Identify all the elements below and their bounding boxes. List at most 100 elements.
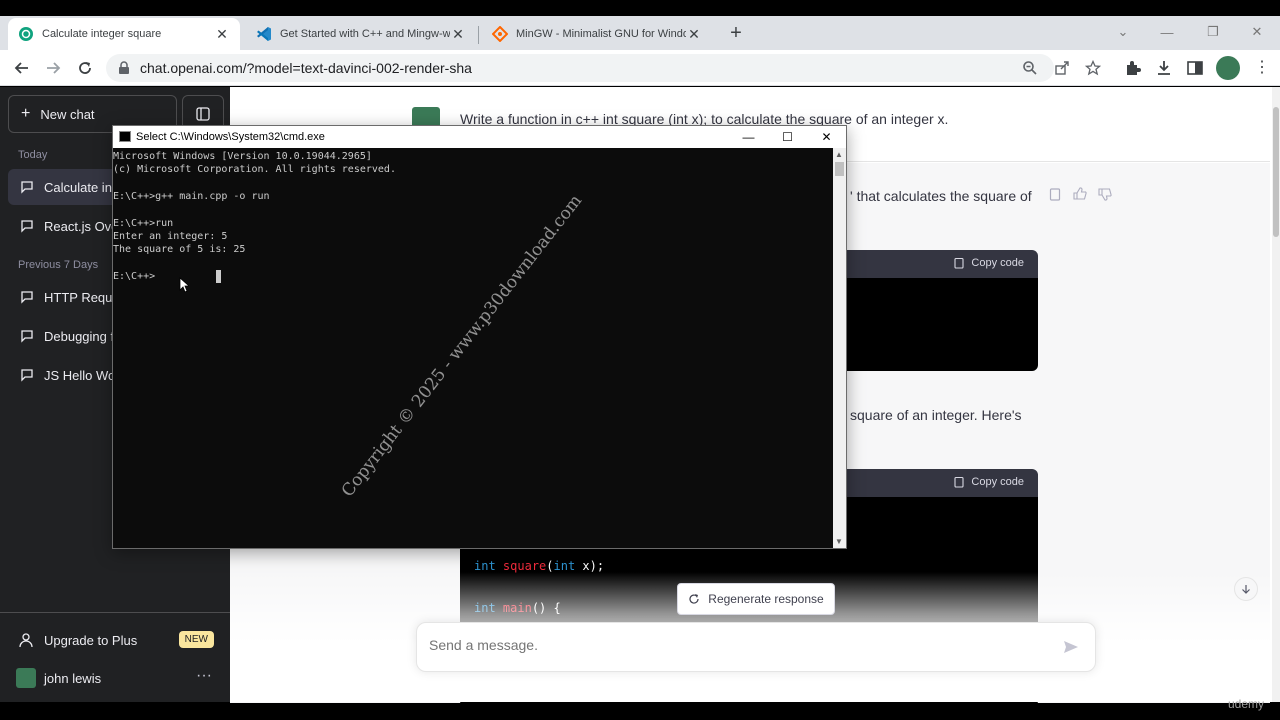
arrow-down-icon xyxy=(1242,585,1250,594)
regenerate-label: Regenerate response xyxy=(708,592,824,606)
thumbs-up-icon[interactable] xyxy=(1073,187,1087,201)
sidebar-item-label: HTTP Reque xyxy=(44,289,120,305)
more-options-icon[interactable]: ··· xyxy=(196,667,212,685)
sidebar-item-label: Calculate inte xyxy=(44,179,123,195)
user-avatar xyxy=(16,668,36,688)
lock-icon xyxy=(119,61,129,74)
clipboard-icon xyxy=(954,257,964,269)
mouse-cursor-icon xyxy=(179,277,189,293)
scroll-to-bottom-button[interactable] xyxy=(1234,577,1258,601)
scroll-up-icon[interactable]: ▲ xyxy=(835,150,843,159)
upgrade-to-plus-button[interactable]: Upgrade to Plus NEW xyxy=(8,623,222,657)
forward-icon[interactable] xyxy=(41,56,65,80)
console-line: Microsoft Windows [Version 10.0.19044.29… xyxy=(113,151,372,162)
sidebar-item-label: JS Hello Worl xyxy=(44,367,123,383)
regenerate-response-button[interactable]: Regenerate response xyxy=(677,583,835,615)
tab-close-icon[interactable]: ✕ xyxy=(450,26,466,43)
code-line-1: int square(int x); xyxy=(474,559,605,573)
chat-bubble-icon xyxy=(21,291,33,304)
console-cursor xyxy=(216,270,221,283)
cmd-maximize-icon[interactable]: ☐ xyxy=(768,126,807,148)
copy-code-label: Copy code xyxy=(971,476,1024,488)
side-panel-icon[interactable] xyxy=(1186,59,1204,77)
sourceforge-favicon-icon xyxy=(492,26,508,42)
cmd-close-icon[interactable]: ✕ xyxy=(807,126,846,148)
tab-label: Get Started with C++ and Mingw-w64 i xyxy=(280,28,450,40)
plus-icon: + xyxy=(21,105,31,122)
user-menu[interactable]: john lewis ··· xyxy=(8,661,222,695)
sidebar-item-label: Debugging fi xyxy=(44,328,117,344)
tab-close-icon[interactable]: ✕ xyxy=(686,26,702,43)
user-name: john lewis xyxy=(44,670,102,686)
url-text: chat.openai.com/?model=text-davinci-002-… xyxy=(140,60,472,76)
copy-code-label: Copy code xyxy=(971,257,1024,269)
section-label-today: Today xyxy=(18,149,48,161)
restore-window-icon[interactable]: ❐ xyxy=(1190,16,1236,48)
chat-bubble-icon xyxy=(21,330,33,343)
reload-icon[interactable] xyxy=(73,56,97,80)
console-prompt: E:\C++> xyxy=(113,271,156,282)
cmd-app-icon xyxy=(119,131,131,142)
copy-code-button[interactable]: Copy code xyxy=(953,257,1024,269)
screen: Calculate integer square ✕ Get Started w… xyxy=(0,0,1280,720)
tab-mingw[interactable]: MinGW - Minimalist GNU for Windows ✕ xyxy=(482,18,712,50)
cmd-scrollbar-thumb[interactable] xyxy=(835,162,844,176)
udemy-brand-mark: udemy xyxy=(1228,697,1265,711)
zoom-icon[interactable] xyxy=(1022,60,1038,76)
browser-toolbar: chat.openai.com/?model=text-davinci-002-… xyxy=(0,50,1280,86)
console-line: (c) Microsoft Corporation. All rights re… xyxy=(113,164,396,175)
browser-tab-strip: Calculate integer square ✕ Get Started w… xyxy=(0,16,1280,50)
thumbs-down-icon[interactable] xyxy=(1098,187,1112,201)
new-tab-icon[interactable]: + xyxy=(726,22,746,44)
sidebar-toggle-icon xyxy=(196,107,210,121)
console-line: The square of 5 is: 25 xyxy=(113,244,246,255)
close-window-icon[interactable]: ✕ xyxy=(1234,16,1280,48)
share-icon[interactable] xyxy=(1054,60,1070,76)
back-icon[interactable] xyxy=(10,56,34,80)
address-bar[interactable]: chat.openai.com/?model=text-davinci-002-… xyxy=(106,54,1101,82)
assistant-text-line-1: ' that calculates the square of xyxy=(850,188,1032,204)
new-badge: NEW xyxy=(178,631,214,648)
assistant-text-line-2: square of an integer. Here's xyxy=(850,407,1022,423)
minimize-window-icon[interactable]: — xyxy=(1144,16,1190,48)
scroll-down-icon[interactable]: ▼ xyxy=(835,537,843,546)
section-label-previous-7-days: Previous 7 Days xyxy=(18,259,99,271)
console-line: Enter an integer: 5 xyxy=(113,231,228,242)
download-icon[interactable] xyxy=(1155,59,1173,77)
browser-menu-icon[interactable]: ⋮ xyxy=(1254,57,1270,77)
send-icon[interactable] xyxy=(1063,639,1079,655)
tab-get-started-cpp[interactable]: Get Started with C++ and Mingw-w64 i ✕ xyxy=(246,18,476,50)
chat-bubble-icon xyxy=(21,369,33,382)
clipboard-icon xyxy=(954,476,964,488)
tab-separator xyxy=(478,26,479,44)
chat-bubble-icon xyxy=(21,181,33,194)
user-icon xyxy=(19,633,33,648)
tab-label: MinGW - Minimalist GNU for Windows xyxy=(516,28,686,40)
sidebar-divider xyxy=(0,612,230,613)
cmd-minimize-icon[interactable]: — xyxy=(729,126,768,148)
sidebar-item-label: React.js Over xyxy=(44,218,123,234)
cmd-title-text: Select C:\Windows\System32\cmd.exe xyxy=(136,131,325,143)
cmd-titlebar[interactable]: Select C:\Windows\System32\cmd.exe — ☐ ✕ xyxy=(113,126,846,148)
tab-close-icon[interactable]: ✕ xyxy=(214,26,230,43)
page-scrollbar[interactable] xyxy=(1272,87,1280,702)
message-input[interactable] xyxy=(429,637,1029,653)
clipboard-icon[interactable] xyxy=(1048,187,1062,201)
tab-label: Calculate integer square xyxy=(42,28,162,40)
console-line: E:\C++>g++ main.cpp -o run xyxy=(113,191,270,202)
new-chat-label: New chat xyxy=(40,106,95,122)
message-composer xyxy=(416,622,1096,672)
refresh-icon xyxy=(689,594,699,604)
copy-code-button[interactable]: Copy code xyxy=(953,476,1024,488)
tab-search-icon[interactable]: ⌄ xyxy=(1100,16,1146,48)
bookmark-star-icon[interactable] xyxy=(1085,60,1101,76)
extensions-icon[interactable] xyxy=(1124,59,1142,77)
cmd-scrollbar[interactable]: ▲ ▼ xyxy=(833,148,846,548)
vscode-favicon-icon xyxy=(257,27,271,41)
chat-bubble-icon xyxy=(21,220,33,233)
console-line: E:\C++>run xyxy=(113,218,174,229)
openai-favicon-icon xyxy=(19,27,33,41)
tab-calculate-integer-square[interactable]: Calculate integer square ✕ xyxy=(8,18,240,50)
page-scrollbar-thumb[interactable] xyxy=(1273,107,1279,237)
profile-avatar[interactable] xyxy=(1216,56,1240,80)
